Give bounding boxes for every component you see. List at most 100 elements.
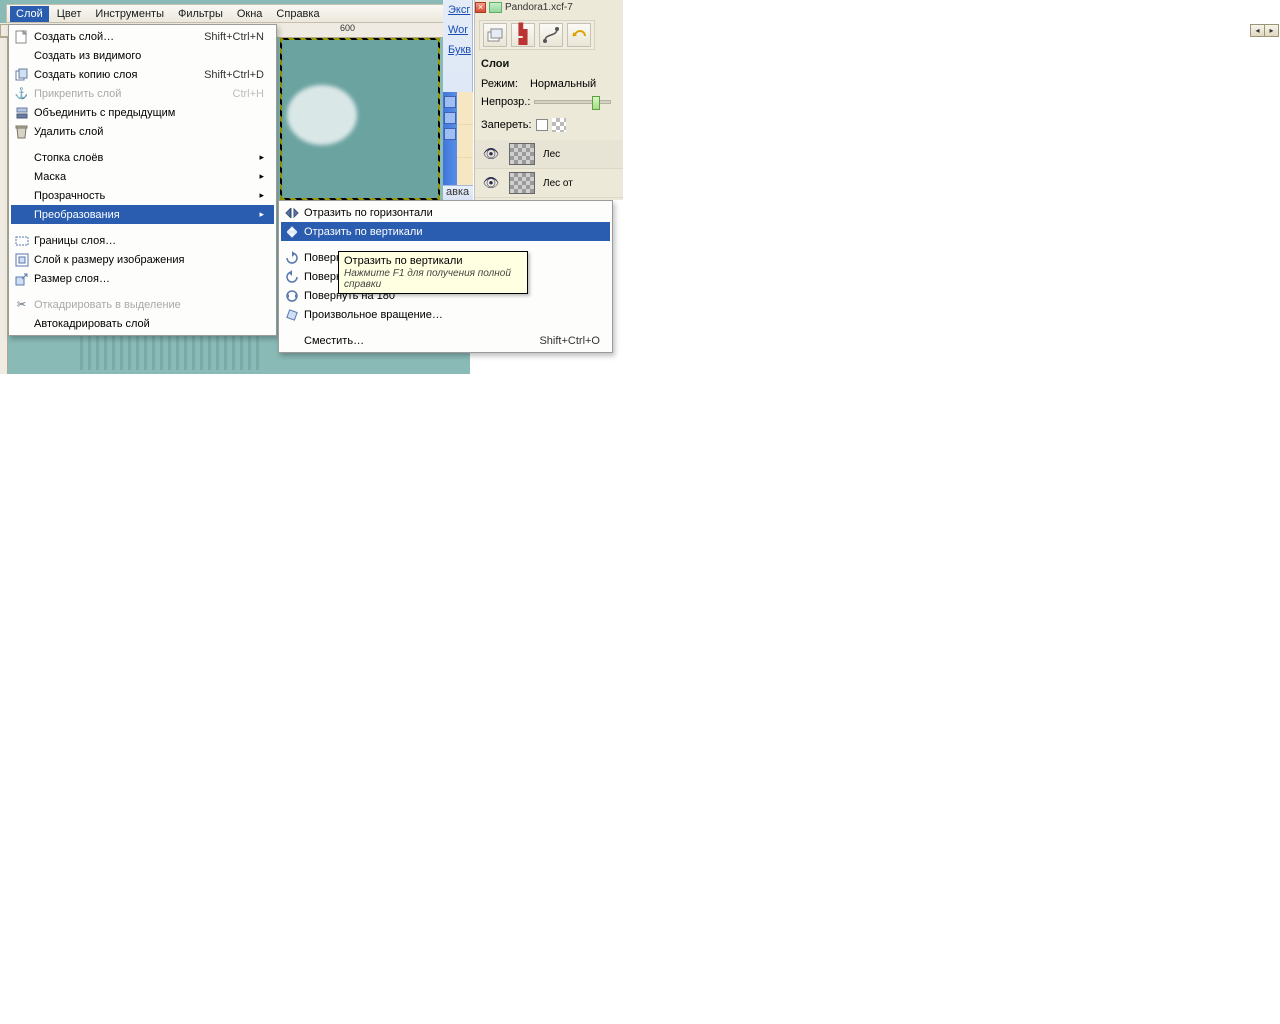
panel-section-title: Слои (481, 58, 509, 70)
browser-thumb-strip (457, 92, 473, 200)
lock-alpha-checkbox[interactable] (552, 118, 566, 132)
menu-item-label: Объединить с предыдущим (34, 107, 175, 119)
menu-bar: Слой Цвет Инструменты Фильтры Окна Справ… (6, 4, 466, 23)
row-opacity: Непрозр.: (481, 96, 611, 108)
sidebar-link-3[interactable]: Букв (443, 40, 472, 60)
tool-btn-paths[interactable] (539, 23, 563, 47)
menu-item-duplicate[interactable]: Создать копию слоя Shift+Ctrl+D (11, 65, 274, 84)
canvas-cloud (287, 85, 357, 145)
visibility-icon[interactable]: 👁 (481, 175, 501, 191)
row-lock: Запереть: (481, 118, 566, 132)
menu-color-label: Цвет (57, 8, 82, 20)
crop-icon: ✂ (13, 296, 30, 313)
menu-item-label: Откадрировать в выделение (34, 299, 181, 311)
menu-item-label: Отразить по вертикали (304, 226, 422, 238)
tab-chip[interactable] (444, 112, 456, 124)
menu-item-new-layer[interactable]: Создать слой… Shift+Ctrl+N (11, 27, 274, 46)
menu-item-label: Стопка слоёв (34, 152, 103, 164)
menu-windows[interactable]: Окна (231, 6, 269, 22)
menu-item-boundary[interactable]: Границы слоя… (11, 231, 274, 250)
tab-chip[interactable] (444, 96, 456, 108)
menu-item-shortcut: Shift+Ctrl+N (184, 31, 264, 43)
visibility-icon[interactable]: 👁 (481, 146, 501, 162)
menu-separator (13, 291, 272, 292)
row-mode: Режим: Нормальный (481, 78, 596, 90)
arbitrary-rotation-icon (283, 306, 300, 323)
menu-separator (283, 327, 608, 328)
tooltip: Отразить по вертикали Нажмите F1 для пол… (338, 251, 528, 294)
ruler-vertical[interactable] (0, 38, 8, 374)
submenu-arrow-icon: ▸ (259, 190, 264, 201)
menu-item-offset[interactable]: Сместить… Shift+Ctrl+O (281, 331, 610, 350)
lock-pixels-checkbox[interactable] (536, 119, 548, 131)
tab-chip[interactable] (444, 128, 456, 140)
menu-separator (283, 244, 608, 245)
layer-name[interactable]: Лес (543, 149, 560, 160)
thumb-cell[interactable] (457, 125, 473, 158)
anchor-icon: ⚓ (13, 85, 30, 102)
menu-item-delete[interactable]: Удалить слой (11, 122, 274, 141)
boundary-icon (13, 232, 30, 249)
sidebar-link-2[interactable]: Wor (443, 20, 472, 40)
layer-thumbnail[interactable] (509, 143, 535, 165)
new-layer-icon (13, 28, 30, 45)
menu-item-label: Размер слоя… (34, 273, 110, 285)
thumb-cell[interactable] (457, 92, 473, 125)
canvas-viewport[interactable] (280, 38, 440, 200)
menu-item-crop-to-selection: ✂ Откадрировать в выделение (11, 295, 274, 314)
mode-value[interactable]: Нормальный (530, 78, 596, 90)
menu-color[interactable]: Цвет (51, 6, 88, 22)
menu-item-transparency[interactable]: Прозрачность ▸ (11, 186, 274, 205)
layer-name[interactable]: Лес от (543, 178, 573, 189)
flip-horizontal-icon (283, 204, 300, 221)
menu-item-to-image-size[interactable]: Слой к размеру изображения (11, 250, 274, 269)
menu-item-stack[interactable]: Стопка слоёв ▸ (11, 148, 274, 167)
menu-item-transform[interactable]: Преобразования ▸ (11, 205, 274, 224)
menu-item-from-visible[interactable]: Создать из видимого (11, 46, 274, 65)
sidebar-link-1[interactable]: Эксг (443, 0, 472, 20)
menu-item-flip-horizontal[interactable]: Отразить по горизонтали (281, 203, 610, 222)
menu-item-label: Преобразования (34, 209, 120, 221)
menu-layer[interactable]: Слой (10, 6, 49, 22)
mode-label: Режим: (481, 78, 518, 90)
opacity-slider[interactable] (534, 100, 611, 104)
menu-filters[interactable]: Фильтры (172, 6, 229, 22)
canvas-inner (282, 40, 438, 198)
menu-layer-label: Слой (16, 8, 43, 20)
menu-help[interactable]: Справка (270, 6, 325, 22)
menu-item-mask[interactable]: Маска ▸ (11, 167, 274, 186)
tool-btn-channels[interactable]: ▙▟ (511, 23, 535, 47)
trash-icon (13, 123, 30, 140)
menu-item-arbitrary-rotation[interactable]: Произвольное вращение… (281, 305, 610, 324)
menu-item-label: Создать слой… (34, 31, 114, 43)
opacity-slider-thumb[interactable] (592, 96, 600, 110)
menu-item-shortcut: Shift+Ctrl+D (184, 69, 264, 81)
menu-item-flip-vertical[interactable]: Отразить по вертикали (281, 222, 610, 241)
rotate-180-icon (283, 287, 300, 304)
menu-item-autocrop[interactable]: Автокадрировать слой (11, 314, 274, 333)
menu-item-shortcut: Shift+Ctrl+O (519, 335, 600, 347)
ruler-scroll-left-icon[interactable]: ◂ (1250, 24, 1265, 37)
ruler-tick-600: 600 (340, 23, 355, 33)
menu-tools[interactable]: Инструменты (89, 6, 170, 22)
fit-image-icon (13, 251, 30, 268)
menu-item-label: Слой к размеру изображения (34, 254, 184, 266)
ruler-scroll-right-icon[interactable]: ▸ (1264, 24, 1279, 37)
menu-item-label: Автокадрировать слой (34, 318, 150, 330)
menu-item-label: Создать копию слоя (34, 69, 137, 81)
menu-item-label: Отразить по горизонтали (304, 207, 433, 219)
layer-row[interactable]: 👁 Лес (475, 140, 623, 169)
flip-vertical-icon (283, 223, 300, 240)
menu-filters-label: Фильтры (178, 8, 223, 20)
menu-item-label: Создать из видимого (34, 50, 141, 62)
layer-row[interactable]: 👁 Лес от (475, 169, 623, 198)
menu-item-scale[interactable]: Размер слоя… (11, 269, 274, 288)
tool-btn-undo[interactable] (567, 23, 591, 47)
menu-layer-dropdown: Создать слой… Shift+Ctrl+N Создать из ви… (8, 24, 277, 336)
menu-item-merge-down[interactable]: Объединить с предыдущим (11, 103, 274, 122)
tool-btn-layers[interactable] (483, 23, 507, 47)
layer-thumbnail[interactable] (509, 172, 535, 194)
menu-separator (13, 227, 272, 228)
submenu-arrow-icon: ▸ (259, 171, 264, 182)
menu-tools-label: Инструменты (95, 8, 164, 20)
